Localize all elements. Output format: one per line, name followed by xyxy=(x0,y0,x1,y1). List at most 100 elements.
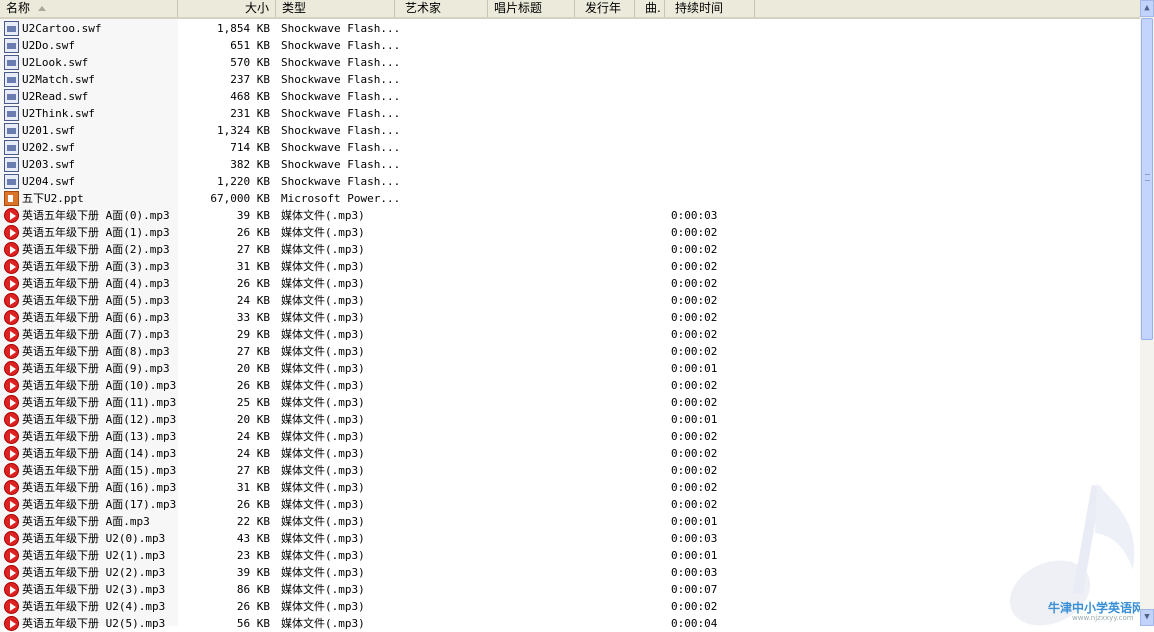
file-size: 27 KB xyxy=(236,464,270,477)
file-row[interactable]: 英语五年级下册 A面(4).mp3 26 KB 媒体文件(.mp3) 0:00:… xyxy=(0,275,1140,292)
file-size: 67,000 KB xyxy=(210,192,270,205)
file-row[interactable]: 英语五年级下册 A面(15).mp3 27 KB 媒体文件(.mp3) 0:00… xyxy=(0,462,1140,479)
file-row[interactable]: 英语五年级下册 A面(1).mp3 26 KB 媒体文件(.mp3) 0:00:… xyxy=(0,224,1140,241)
file-name: 英语五年级下册 U2(3).mp3 xyxy=(22,583,166,596)
file-duration: 0:00:01 xyxy=(671,413,718,426)
column-header-album[interactable]: 唱片标题 xyxy=(488,0,575,17)
file-type: 媒体文件(.mp3) xyxy=(281,277,365,290)
file-size: 23 KB xyxy=(236,549,270,562)
file-type: Shockwave Flash... xyxy=(281,22,401,35)
file-row[interactable]: U203.swf 382 KB Shockwave Flash... xyxy=(0,156,1140,173)
swf-file-icon xyxy=(4,140,19,155)
file-row[interactable]: 英语五年级下册 A面(13).mp3 24 KB 媒体文件(.mp3) 0:00… xyxy=(0,428,1140,445)
mp3-file-icon xyxy=(4,548,19,563)
file-duration: 0:00:01 xyxy=(671,362,718,375)
file-type: 媒体文件(.mp3) xyxy=(281,226,365,239)
file-row[interactable]: 英语五年级下册 A面(7).mp3 29 KB 媒体文件(.mp3) 0:00:… xyxy=(0,326,1140,343)
file-duration: 0:00:02 xyxy=(671,226,718,239)
file-name: 英语五年级下册 U2(2).mp3 xyxy=(22,566,166,579)
file-row[interactable]: 英语五年级下册 U2(3).mp3 86 KB 媒体文件(.mp3) 0:00:… xyxy=(0,581,1140,598)
ppt-file-icon xyxy=(4,191,19,206)
file-row[interactable]: 英语五年级下册 A面(2).mp3 27 KB 媒体文件(.mp3) 0:00:… xyxy=(0,241,1140,258)
column-name-label: 名称 xyxy=(6,1,31,15)
file-name: 英语五年级下册 A面(5).mp3 xyxy=(22,294,170,307)
mp3-file-icon xyxy=(4,276,19,291)
file-row[interactable]: 英语五年级下册 A面(0).mp3 39 KB 媒体文件(.mp3) 0:00:… xyxy=(0,207,1140,224)
file-name: U203.swf xyxy=(22,158,75,171)
file-row[interactable]: 五下U2.ppt 67,000 KB Microsoft Power... xyxy=(0,190,1140,207)
file-name: 英语五年级下册 A面(4).mp3 xyxy=(22,277,170,290)
file-row[interactable]: 英语五年级下册 A面(5).mp3 24 KB 媒体文件(.mp3) 0:00:… xyxy=(0,292,1140,309)
scroll-down-button[interactable]: ▼ xyxy=(1140,609,1154,626)
file-size: 1,220 KB xyxy=(217,175,270,188)
file-row[interactable]: 英语五年级下册 A面(3).mp3 31 KB 媒体文件(.mp3) 0:00:… xyxy=(0,258,1140,275)
file-row[interactable]: 英语五年级下册 A面(8).mp3 27 KB 媒体文件(.mp3) 0:00:… xyxy=(0,343,1140,360)
column-header-year[interactable]: 发行年 xyxy=(575,0,635,17)
file-size: 31 KB xyxy=(236,260,270,273)
watermark-url: www.njzxxyy.com xyxy=(1072,614,1134,622)
column-header-artist[interactable]: 艺术家 xyxy=(395,0,488,17)
scrollbar-thumb[interactable] xyxy=(1141,18,1153,340)
swf-file-icon xyxy=(4,21,19,36)
vertical-scrollbar[interactable]: ▲ ▼ xyxy=(1140,0,1154,626)
column-header-bar: 名称 大小 类型 艺术家 唱片标题 发行年 曲. 持续时间 xyxy=(0,0,1140,19)
column-header-track[interactable]: 曲. xyxy=(635,0,665,17)
file-type: 媒体文件(.mp3) xyxy=(281,209,365,222)
file-name: 英语五年级下册 A面(1).mp3 xyxy=(22,226,170,239)
column-header-size[interactable]: 大小 xyxy=(178,0,276,17)
file-duration: 0:00:02 xyxy=(671,396,718,409)
file-type: 媒体文件(.mp3) xyxy=(281,413,365,426)
file-size: 468 KB xyxy=(230,90,270,103)
file-size: 1,324 KB xyxy=(217,124,270,137)
file-row[interactable]: U2Cartoo.swf 1,854 KB Shockwave Flash... xyxy=(0,20,1140,37)
swf-file-icon xyxy=(4,38,19,53)
file-duration: 0:00:02 xyxy=(671,277,718,290)
file-type: 媒体文件(.mp3) xyxy=(281,481,365,494)
file-name: 英语五年级下册 A面(2).mp3 xyxy=(22,243,170,256)
file-row[interactable]: 英语五年级下册 A面(11).mp3 25 KB 媒体文件(.mp3) 0:00… xyxy=(0,394,1140,411)
column-header-name[interactable]: 名称 xyxy=(0,0,178,17)
file-size: 20 KB xyxy=(236,413,270,426)
file-size: 20 KB xyxy=(236,362,270,375)
file-row[interactable]: 英语五年级下册 A面(17).mp3 26 KB 媒体文件(.mp3) 0:00… xyxy=(0,496,1140,513)
file-row[interactable]: 英语五年级下册 A面(6).mp3 33 KB 媒体文件(.mp3) 0:00:… xyxy=(0,309,1140,326)
file-row[interactable]: 英语五年级下册 A面(10).mp3 26 KB 媒体文件(.mp3) 0:00… xyxy=(0,377,1140,394)
file-row[interactable]: U2Match.swf 237 KB Shockwave Flash... xyxy=(0,71,1140,88)
file-size: 651 KB xyxy=(230,39,270,52)
mp3-file-icon xyxy=(4,395,19,410)
file-row[interactable]: 英语五年级下册 A面.mp3 22 KB 媒体文件(.mp3) 0:00:01 xyxy=(0,513,1140,530)
file-duration: 0:00:02 xyxy=(671,260,718,273)
file-duration: 0:00:02 xyxy=(671,464,718,477)
file-type: Shockwave Flash... xyxy=(281,73,401,86)
file-size: 86 KB xyxy=(236,583,270,596)
swf-file-icon xyxy=(4,89,19,104)
file-row[interactable]: U204.swf 1,220 KB Shockwave Flash... xyxy=(0,173,1140,190)
file-type: 媒体文件(.mp3) xyxy=(281,379,365,392)
file-name: 英语五年级下册 A面(13).mp3 xyxy=(22,430,177,443)
file-row[interactable]: U2Think.swf 231 KB Shockwave Flash... xyxy=(0,105,1140,122)
file-row[interactable]: U202.swf 714 KB Shockwave Flash... xyxy=(0,139,1140,156)
file-duration: 0:00:03 xyxy=(671,209,718,222)
file-row[interactable]: U2Read.swf 468 KB Shockwave Flash... xyxy=(0,88,1140,105)
swf-file-icon xyxy=(4,55,19,70)
file-row[interactable]: 英语五年级下册 A面(9).mp3 20 KB 媒体文件(.mp3) 0:00:… xyxy=(0,360,1140,377)
file-row[interactable]: 英语五年级下册 A面(14).mp3 24 KB 媒体文件(.mp3) 0:00… xyxy=(0,445,1140,462)
file-row[interactable]: U2Look.swf 570 KB Shockwave Flash... xyxy=(0,54,1140,71)
mp3-file-icon xyxy=(4,582,19,597)
file-row[interactable]: 英语五年级下册 A面(16).mp3 31 KB 媒体文件(.mp3) 0:00… xyxy=(0,479,1140,496)
mp3-file-icon xyxy=(4,293,19,308)
file-row[interactable]: U2Do.swf 651 KB Shockwave Flash... xyxy=(0,37,1140,54)
file-row[interactable]: 英语五年级下册 U2(1).mp3 23 KB 媒体文件(.mp3) 0:00:… xyxy=(0,547,1140,564)
file-type: 媒体文件(.mp3) xyxy=(281,345,365,358)
file-row[interactable]: 英语五年级下册 U2(4).mp3 26 KB 媒体文件(.mp3) 0:00:… xyxy=(0,598,1140,615)
file-row[interactable]: 英语五年级下册 U2(5).mp3 56 KB 媒体文件(.mp3) 0:00:… xyxy=(0,615,1140,632)
file-name: 英语五年级下册 A面(12).mp3 xyxy=(22,413,177,426)
column-header-duration[interactable]: 持续时间 xyxy=(665,0,755,17)
file-row[interactable]: 英语五年级下册 A面(12).mp3 20 KB 媒体文件(.mp3) 0:00… xyxy=(0,411,1140,428)
file-row[interactable]: U201.swf 1,324 KB Shockwave Flash... xyxy=(0,122,1140,139)
column-header-type[interactable]: 类型 xyxy=(276,0,395,17)
file-row[interactable]: 英语五年级下册 U2(2).mp3 39 KB 媒体文件(.mp3) 0:00:… xyxy=(0,564,1140,581)
file-row[interactable]: 英语五年级下册 U2(0).mp3 43 KB 媒体文件(.mp3) 0:00:… xyxy=(0,530,1140,547)
scroll-up-button[interactable]: ▲ xyxy=(1140,0,1154,17)
file-name: 英语五年级下册 A面(11).mp3 xyxy=(22,396,177,409)
